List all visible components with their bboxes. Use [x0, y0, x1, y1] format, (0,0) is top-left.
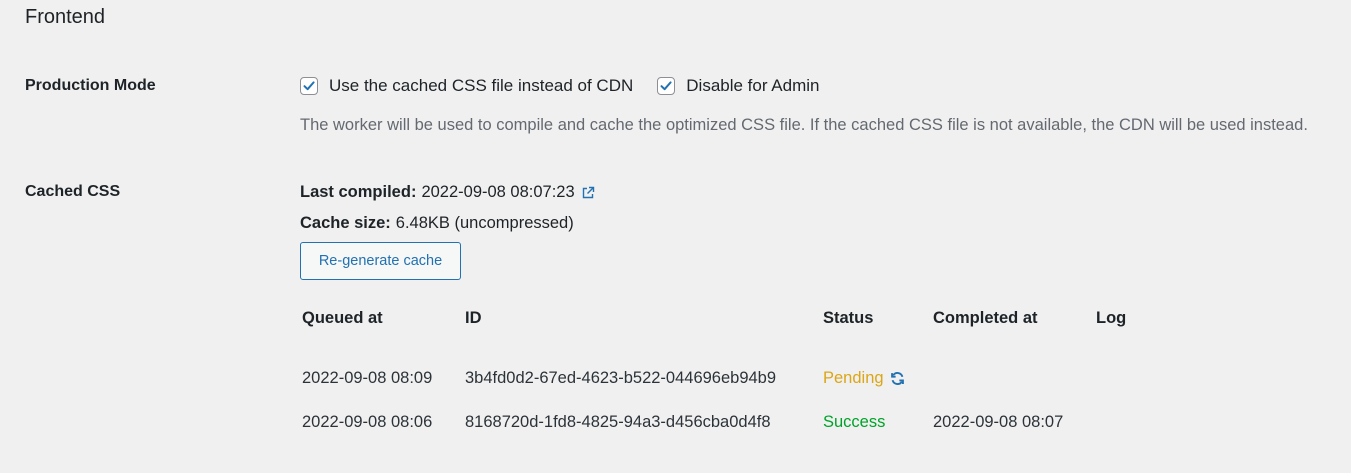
section-title: Frontend [25, 6, 106, 28]
column-header-log: Log [1096, 309, 1127, 327]
regenerate-cache-button[interactable]: Re-generate cache [300, 242, 461, 280]
checkmark-icon [660, 81, 672, 91]
column-header-completed-at: Completed at [933, 309, 1038, 327]
production-mode-description: The worker will be used to compile and c… [300, 116, 1308, 134]
column-header-id: ID [465, 309, 482, 327]
status-cell: Pending [823, 369, 905, 388]
checkbox-label: Disable for Admin [686, 76, 820, 95]
disable-for-admin-checkbox[interactable]: Disable for Admin [657, 76, 820, 96]
column-header-queued-at: Queued at [302, 309, 383, 327]
completed-at-cell: 2022-09-08 08:07 [933, 413, 1064, 431]
cache-size-line: Cache size: 6.48KB (uncompressed) [300, 214, 574, 233]
last-compiled-value: 2022-09-08 08:07:23 [421, 183, 575, 201]
settings-page: Frontend Production Mode Use the cached … [0, 0, 1351, 473]
cache-size-label: Cache size: [300, 214, 391, 232]
checkbox-box[interactable] [300, 77, 318, 95]
checkmark-icon [303, 81, 315, 91]
production-mode-options: Use the cached CSS file instead of CDN D… [300, 76, 844, 96]
queued-at-cell: 2022-09-08 08:09 [302, 369, 433, 387]
refresh-icon[interactable] [890, 371, 905, 386]
last-compiled-label: Last compiled: [300, 183, 417, 201]
checkbox-box[interactable] [657, 77, 676, 95]
column-header-status: Status [823, 309, 874, 327]
use-cached-css-checkbox[interactable]: Use the cached CSS file instead of CDN [300, 76, 633, 96]
cached-css-label: Cached CSS [25, 183, 121, 200]
last-compiled-line: Last compiled: 2022-09-08 08:07:23 [300, 183, 595, 202]
checkbox-label: Use the cached CSS file instead of CDN [329, 76, 634, 95]
cache-size-value: 6.48KB (uncompressed) [395, 214, 574, 232]
status-pending-badge: Pending [823, 369, 884, 387]
external-link-icon[interactable] [581, 186, 595, 200]
queued-at-cell: 2022-09-08 08:06 [302, 413, 433, 431]
production-mode-label: Production Mode [25, 77, 156, 94]
status-success-badge: Success [823, 413, 886, 431]
id-cell: 8168720d-1fd8-4825-94a3-d456cba0d4f8 [465, 413, 771, 431]
id-cell: 3b4fd0d2-67ed-4623-b522-044696eb94b9 [465, 369, 777, 387]
